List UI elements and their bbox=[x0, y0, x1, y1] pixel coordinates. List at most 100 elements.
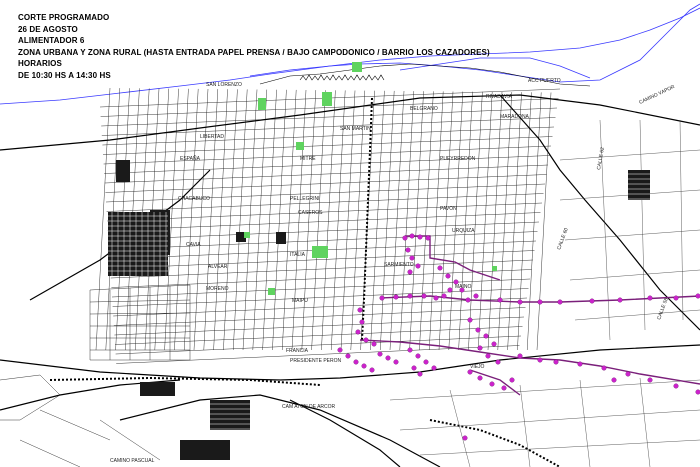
affected-point bbox=[625, 371, 631, 377]
affected-point bbox=[405, 247, 411, 253]
label-mitre: MITRE bbox=[300, 156, 316, 162]
affected-point bbox=[601, 365, 607, 371]
label-moreno: MORENO bbox=[206, 286, 229, 292]
label-rivadavia: RIVADAVIA bbox=[486, 94, 513, 100]
affected-point bbox=[467, 369, 473, 375]
label-calle-60: CALLE 60 bbox=[556, 227, 570, 251]
affected-point bbox=[483, 333, 489, 339]
affected-point bbox=[489, 381, 495, 387]
label-caseros: CASEROS bbox=[298, 210, 323, 216]
rural-parcels bbox=[389, 119, 700, 467]
label-francia: FRANCIA bbox=[286, 348, 309, 354]
dark-blocks bbox=[108, 160, 650, 460]
affected-point bbox=[393, 359, 399, 365]
affected-point bbox=[393, 294, 399, 300]
affected-point bbox=[617, 297, 623, 303]
affected-point bbox=[437, 265, 443, 271]
affected-point bbox=[359, 319, 365, 325]
affected-point bbox=[431, 365, 437, 371]
affected-point bbox=[517, 353, 523, 359]
affected-point bbox=[337, 347, 343, 353]
affected-point bbox=[695, 293, 700, 299]
affected-point bbox=[417, 234, 423, 240]
affected-point bbox=[361, 363, 367, 369]
affected-point bbox=[417, 371, 423, 377]
affected-point bbox=[355, 329, 361, 335]
affected-point bbox=[501, 385, 507, 391]
label-sarmiento: SARMIENTO bbox=[384, 262, 414, 268]
label-camino-pascual: CAMINO PASCUAL bbox=[110, 458, 155, 464]
affected-point bbox=[409, 255, 415, 261]
label-presidente-peron: PRESIDENTE PERON bbox=[290, 358, 342, 364]
affected-point bbox=[353, 359, 359, 365]
affected-point bbox=[409, 233, 415, 239]
main-roads bbox=[0, 94, 700, 467]
affected-point bbox=[425, 235, 431, 241]
label-calle-58: CALLE 58 bbox=[656, 297, 670, 321]
affected-point bbox=[495, 359, 501, 365]
affected-point bbox=[445, 273, 451, 279]
affected-point bbox=[509, 377, 515, 383]
affected-point bbox=[611, 377, 617, 383]
affected-point bbox=[441, 293, 447, 299]
label-calle-62: CALLE 62 bbox=[596, 147, 606, 171]
street-labels: SAN LORENZO SAN MARTIN BELGRANO MITRE ES… bbox=[110, 78, 676, 464]
label-pavon: PAVON bbox=[440, 206, 457, 212]
label-alvear: ALVEAR bbox=[208, 264, 228, 270]
affected-point bbox=[447, 287, 453, 293]
notice-title: CORTE PROGRAMADO bbox=[18, 13, 110, 22]
affected-point bbox=[462, 435, 468, 441]
affected-point bbox=[369, 367, 375, 373]
affected-point bbox=[433, 295, 439, 301]
affected-point bbox=[421, 293, 427, 299]
affected-point bbox=[695, 389, 700, 395]
affected-point bbox=[647, 377, 653, 383]
affected-point bbox=[371, 341, 377, 347]
affected-point bbox=[379, 295, 385, 301]
affected-point bbox=[477, 345, 483, 351]
label-cam-aton: CAM ATON DE ARCOR bbox=[282, 404, 336, 410]
notice-date: 26 DE AGOSTO bbox=[18, 24, 78, 34]
label-maipu: MAIPU bbox=[292, 298, 308, 304]
outage-notice: CORTE PROGRAMADO 26 DE AGOSTO ALIMENTADO… bbox=[18, 12, 490, 81]
affected-point bbox=[557, 299, 563, 305]
affected-point bbox=[357, 307, 363, 313]
notice-hours: DE 10:30 HS A 14:30 HS bbox=[18, 70, 111, 80]
affected-point bbox=[475, 327, 481, 333]
label-san-martin: SAN MARTIN bbox=[340, 126, 371, 132]
affected-point bbox=[517, 299, 523, 305]
notice-hours-label: HORARIOS bbox=[18, 59, 62, 68]
affected-point bbox=[411, 365, 417, 371]
affected-point bbox=[491, 341, 497, 347]
affected-point bbox=[497, 297, 503, 303]
affected-point bbox=[415, 263, 421, 269]
label-camino-vapor: CAMINO VAPOR bbox=[638, 84, 676, 106]
label-belgrano: BELGRANO bbox=[410, 106, 438, 112]
affected-point bbox=[407, 347, 413, 353]
affected-point bbox=[377, 351, 383, 357]
affected-point bbox=[537, 357, 543, 363]
label-maradona: MARADONA bbox=[500, 114, 530, 120]
label-espana: ESPAÑA bbox=[180, 155, 201, 162]
label-viejo: VIEJO bbox=[470, 364, 485, 370]
label-pellegrini: PELLEGRINI bbox=[290, 196, 319, 202]
notice-feeder: ALIMENTADOR 6 bbox=[18, 36, 85, 45]
label-chacabuco: CHACABUCO bbox=[178, 196, 210, 202]
affected-point bbox=[477, 375, 483, 381]
affected-point bbox=[577, 361, 583, 367]
affected-point bbox=[673, 383, 679, 389]
affected-point bbox=[589, 298, 595, 304]
label-libertad: LIBERTAD bbox=[200, 134, 224, 140]
label-maino: MAINO bbox=[455, 284, 472, 290]
affected-point bbox=[537, 299, 543, 305]
affected-point bbox=[402, 235, 408, 241]
affected-point bbox=[467, 317, 473, 323]
affected-point bbox=[345, 353, 351, 359]
label-italia: ITALIA bbox=[290, 252, 306, 258]
affected-point bbox=[553, 359, 559, 365]
affected-point bbox=[673, 295, 679, 301]
label-pueyrredon: PUEYRREDON bbox=[440, 156, 476, 162]
affected-point bbox=[465, 297, 471, 303]
affected-point bbox=[485, 353, 491, 359]
affected-point bbox=[415, 353, 421, 359]
